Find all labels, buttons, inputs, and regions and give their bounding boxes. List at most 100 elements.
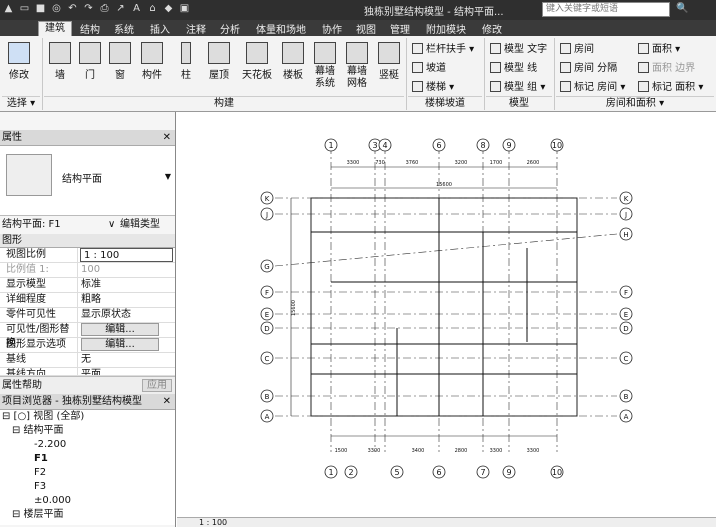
wall-button[interactable]: 墙 bbox=[48, 42, 72, 81]
tag-room-icon bbox=[560, 81, 571, 92]
tree-item-level[interactable]: -2.200 bbox=[0, 438, 175, 452]
curtain-grid-button[interactable]: 幕墙网格 bbox=[344, 42, 370, 90]
area-button[interactable]: 面积 ▾ bbox=[638, 40, 680, 55]
graphics-edit-button[interactable]: 编辑... bbox=[81, 338, 159, 351]
sync-icon[interactable]: ◎ bbox=[50, 2, 63, 15]
apply-button[interactable]: 应用 bbox=[142, 379, 172, 392]
tab-architecture[interactable]: 建筑 bbox=[38, 21, 72, 36]
app-menu-icon[interactable]: ▲ bbox=[2, 2, 15, 15]
tag-room-button[interactable]: 标记 房间 ▾ bbox=[560, 78, 625, 93]
mullion-button[interactable]: 竖梃 bbox=[376, 42, 402, 81]
tag-area-button[interactable]: 标记 面积 ▾ bbox=[638, 78, 703, 93]
text-icon[interactable]: A bbox=[130, 2, 143, 15]
dimension-text: 15600 bbox=[291, 300, 297, 316]
vg-edit-button[interactable]: 编辑... bbox=[81, 323, 159, 336]
prop-key: 显示模型 bbox=[0, 278, 78, 292]
save-icon[interactable]: ■ bbox=[34, 2, 47, 15]
room-separator-button[interactable]: 房间 分隔 bbox=[560, 59, 617, 74]
binoculars-icon[interactable]: 🔍 bbox=[676, 3, 688, 14]
stair-button[interactable]: 楼梯 ▾ bbox=[412, 78, 454, 93]
curtain-system-button[interactable]: 幕墙系统 bbox=[312, 42, 338, 90]
3d-view-icon[interactable]: ⌂ bbox=[146, 2, 159, 15]
edit-type-button[interactable]: 编辑类型 bbox=[120, 216, 160, 234]
tab-collaborate[interactable]: 协作 bbox=[322, 21, 342, 36]
separator bbox=[406, 38, 407, 110]
area-icon bbox=[638, 43, 649, 54]
prop-value[interactable]: 粗略 bbox=[78, 293, 175, 307]
roof-button[interactable]: 屋顶 bbox=[206, 42, 232, 81]
tab-analyze[interactable]: 分析 bbox=[220, 21, 240, 36]
tree-item-level[interactable]: F3 bbox=[0, 480, 175, 494]
axis-label: J bbox=[265, 211, 268, 219]
window-button[interactable]: 窗 bbox=[108, 42, 132, 81]
room-button[interactable]: 房间 bbox=[560, 40, 594, 55]
roof-icon bbox=[208, 42, 230, 64]
tab-massing[interactable]: 体量和场地 bbox=[256, 21, 306, 36]
tree-item-level-active[interactable]: F1 bbox=[0, 452, 175, 466]
open-icon[interactable]: ▭ bbox=[18, 2, 31, 15]
prop-value[interactable]: 标准 bbox=[78, 278, 175, 292]
redo-icon[interactable]: ↷ bbox=[82, 2, 95, 15]
properties-help-link[interactable]: 属性帮助 bbox=[2, 380, 42, 391]
tab-annotate[interactable]: 注释 bbox=[186, 21, 206, 36]
prop-key: 基线方向 bbox=[0, 368, 78, 375]
window-icon bbox=[109, 42, 131, 64]
select-dropdown[interactable]: 选择 ▾ bbox=[2, 96, 40, 110]
tab-insert[interactable]: 插入 bbox=[150, 21, 170, 36]
print-icon[interactable]: ⎙ bbox=[98, 2, 111, 15]
view-scale-field[interactable]: 1 : 100 bbox=[80, 248, 173, 262]
model-group-button[interactable]: 模型 组 ▾ bbox=[490, 78, 545, 93]
prop-key: 视图比例 bbox=[0, 248, 78, 262]
close-icon[interactable]: ✕ bbox=[163, 394, 171, 410]
prop-value[interactable]: 无 bbox=[78, 353, 175, 367]
prop-value[interactable]: 显示原状态 bbox=[78, 308, 175, 322]
section-icon[interactable]: ◆ bbox=[162, 2, 175, 15]
selector-label: 结构平面: F1 bbox=[2, 219, 61, 230]
drawing-canvas[interactable]: 3300 730 3760 3200 1700 2600 15600 1500 3300 3400… bbox=[177, 112, 716, 517]
area-boundary-button[interactable]: 面积 边界 bbox=[638, 59, 695, 74]
instance-selector[interactable]: 结构平面: F1 ∨ 编辑类型 bbox=[0, 216, 175, 234]
chevron-down-icon[interactable]: ▼ bbox=[165, 172, 171, 181]
door-button[interactable]: 门 bbox=[78, 42, 102, 81]
ramp-button[interactable]: 坡道 bbox=[412, 59, 446, 74]
tree-item-views[interactable]: ⊟ [○] 视图 (全部) bbox=[0, 410, 175, 424]
section-header[interactable]: 图形 bbox=[0, 234, 175, 248]
scale-indicator[interactable]: 1 : 100 bbox=[199, 518, 227, 527]
prop-value[interactable]: 平面 bbox=[78, 368, 175, 375]
undo-icon[interactable]: ↶ bbox=[66, 2, 79, 15]
tab-structure[interactable]: 结构 bbox=[80, 21, 100, 36]
tab-modify[interactable]: 修改 bbox=[482, 21, 502, 36]
tab-manage[interactable]: 管理 bbox=[390, 21, 410, 36]
ceiling-label: 天花板 bbox=[242, 70, 272, 81]
tab-addins[interactable]: 附加模块 bbox=[426, 21, 466, 36]
cursor-icon bbox=[8, 42, 30, 64]
axis-label: 10 bbox=[552, 141, 562, 150]
tab-view[interactable]: 视图 bbox=[356, 21, 376, 36]
floor-button[interactable]: 楼板 bbox=[280, 42, 306, 81]
tree-item-level[interactable]: ±0.000 bbox=[0, 494, 175, 508]
tree-item-level[interactable]: F2 bbox=[0, 466, 175, 480]
close-hidden-icon[interactable]: ▣ bbox=[178, 2, 191, 15]
component-button[interactable]: 构件 bbox=[138, 42, 166, 81]
axis-label: A bbox=[624, 413, 629, 421]
view-control-bar: 1 : 100 bbox=[177, 517, 716, 527]
ramp-label: 坡道 bbox=[426, 63, 446, 74]
railing-button[interactable]: 栏杆扶手 ▾ bbox=[412, 40, 474, 55]
roof-label: 屋顶 bbox=[209, 70, 229, 81]
mullion-label: 竖梃 bbox=[379, 70, 399, 81]
tree-item-floor-plans[interactable]: ⊟ 楼层平面 bbox=[0, 508, 175, 522]
tab-systems[interactable]: 系统 bbox=[114, 21, 134, 36]
type-selector[interactable]: 结构平面 ▼ bbox=[0, 146, 175, 216]
chevron-down-icon[interactable]: ∨ bbox=[108, 216, 115, 234]
model-text-button[interactable]: 模型 文字 bbox=[490, 40, 547, 55]
ceiling-button[interactable]: 天花板 bbox=[240, 42, 274, 81]
search-input[interactable]: 键入关键字或短语 bbox=[542, 2, 670, 17]
room-separator-label: 房间 分隔 bbox=[574, 63, 618, 74]
modify-button[interactable]: 修改 bbox=[4, 42, 34, 81]
measure-icon[interactable]: ↗ bbox=[114, 2, 127, 15]
close-icon[interactable]: ✕ bbox=[163, 130, 171, 146]
model-line-button[interactable]: 模型 线 bbox=[490, 59, 537, 74]
tree-item-structural-plans[interactable]: ⊟ 结构平面 bbox=[0, 424, 175, 438]
room-area-group-label[interactable]: 房间和面积 ▾ bbox=[556, 96, 714, 110]
column-button[interactable]: 柱 bbox=[174, 42, 198, 81]
